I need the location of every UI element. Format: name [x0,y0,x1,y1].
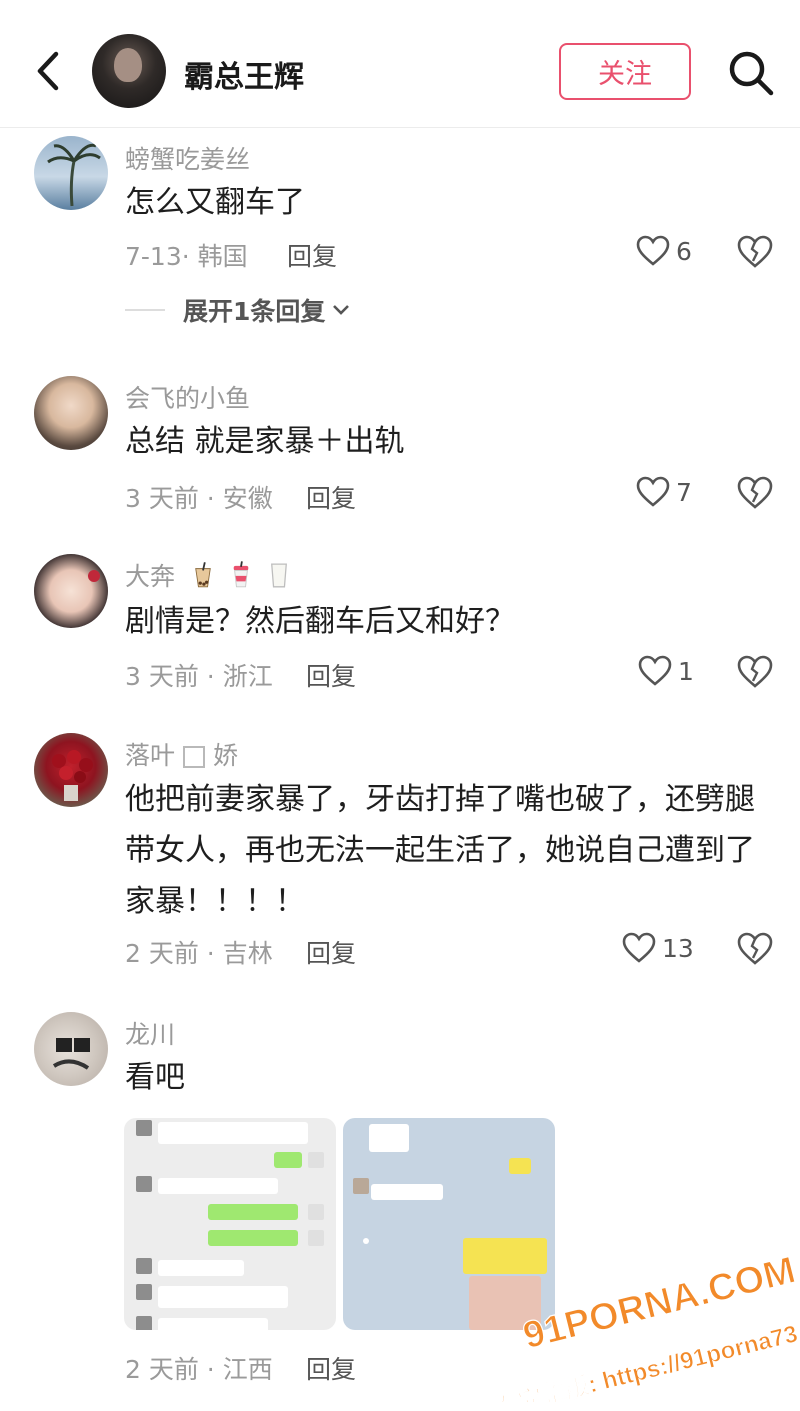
comment-image[interactable] [124,1118,336,1330]
missing-glyph-box [183,746,206,768]
milk-glass-icon [269,561,289,595]
like-button[interactable]: 6 [636,235,692,267]
chat-bubble [274,1152,302,1168]
expand-replies[interactable]: 展开1条回复 [125,292,351,328]
comment-meta: 3 天前 · 浙江 [125,662,273,691]
commenter-avatar[interactable] [34,1012,108,1086]
reply-button[interactable]: 回复 [306,479,356,515]
search-button[interactable] [726,48,776,98]
commenter-name-part2: 娇 [213,741,239,770]
comment-text: 剧情是？然后翻车后又和好？ [125,604,515,639]
chat-bubble [158,1318,268,1330]
follow-button[interactable]: 关注 [559,43,691,100]
broken-heart-icon[interactable] [736,654,774,690]
expand-replies-label: 展开1条回复 [183,297,326,326]
author-avatar[interactable] [92,34,166,108]
comment-text: 看吧 [125,1060,185,1095]
commenter-name-text: 大奔 [125,562,176,591]
chat-bubble [208,1230,298,1246]
top-bar: 霸总王辉 关注 [0,0,800,128]
like-button[interactable]: 7 [636,476,692,508]
chat-bubble [208,1204,298,1220]
chat-avatar [308,1230,324,1246]
reply-button[interactable]: 回复 [306,934,356,970]
chat-bubble [158,1286,288,1308]
chat-bubble [158,1260,244,1276]
chat-bubble [369,1124,409,1152]
commenter-name[interactable]: 龙川 [125,1015,175,1051]
commenter-name[interactable]: 大奔 [125,557,289,595]
drink-cup-icon [231,561,251,595]
flower-icon [88,570,100,582]
commenter-avatar[interactable] [34,376,108,450]
comment-text: 怎么又翻车了 [125,185,305,220]
like-count: 6 [676,236,692,266]
chat-avatar [136,1176,152,1192]
watermark: 91PORNA.COM 看完整版: https://91porna73.com [492,1252,800,1402]
chat-avatar [308,1204,324,1220]
like-button[interactable]: 1 [638,655,694,687]
commenter-avatar[interactable] [34,554,108,628]
chevron-left-icon [37,51,59,91]
reply-button[interactable]: 回复 [306,1350,356,1386]
chat-avatar [308,1152,324,1168]
heart-icon [636,476,670,508]
comment-meta: 3 天前 · 安徽 [125,484,273,513]
bubble-tea-icon [193,561,213,595]
chat-bubble [509,1158,531,1174]
heart-icon [622,932,656,964]
commenter-name-part1: 落叶 [125,741,176,770]
chat-avatar [353,1178,369,1194]
back-button[interactable] [28,46,68,96]
commenter-avatar[interactable] [34,136,108,210]
search-icon [729,51,774,96]
commenter-avatar[interactable] [34,733,108,807]
heart-icon [636,235,670,267]
commenter-name[interactable]: 落叶 娇 [125,736,238,772]
palm-tree-icon [47,143,101,207]
commenter-name[interactable]: 螃蟹吃姜丝 [125,140,250,176]
comment-meta: 2 天前 · 江西 [125,1355,273,1384]
chat-avatar [136,1258,152,1274]
commenter-name[interactable]: 会飞的小鱼 [125,379,250,415]
reply-button[interactable]: 回复 [287,237,337,273]
broken-heart-icon[interactable] [736,234,774,270]
roses-icon [52,750,93,801]
chat-avatar [136,1284,152,1300]
broken-heart-icon[interactable] [736,475,774,511]
chat-avatar [136,1316,152,1330]
comment-meta: 7-13· 韩国 [125,242,248,271]
chat-bubble [363,1238,369,1244]
comment-text: 他把前妻家暴了，牙齿打掉了嘴也破了，还劈腿带女人，再也无法一起生活了，她说自己遭… [125,782,755,919]
like-button[interactable]: 13 [622,932,694,964]
chat-bubble [158,1122,308,1144]
chat-avatar [136,1120,152,1136]
reply-button[interactable]: 回复 [306,657,356,693]
chat-bubble [158,1178,278,1194]
person-photo-icon [52,1038,90,1070]
chat-bubble [371,1184,443,1200]
like-count: 13 [662,933,694,963]
divider-line [125,309,165,311]
author-name[interactable]: 霸总王辉 [184,52,304,96]
like-count: 7 [676,477,692,507]
broken-heart-icon[interactable] [736,931,774,967]
comment-meta: 2 天前 · 吉林 [125,939,273,968]
like-count: 1 [678,656,694,686]
comment-text: 总结 就是家暴＋出轨 [125,424,405,459]
heart-icon [638,655,672,687]
chevron-down-icon [325,303,351,317]
